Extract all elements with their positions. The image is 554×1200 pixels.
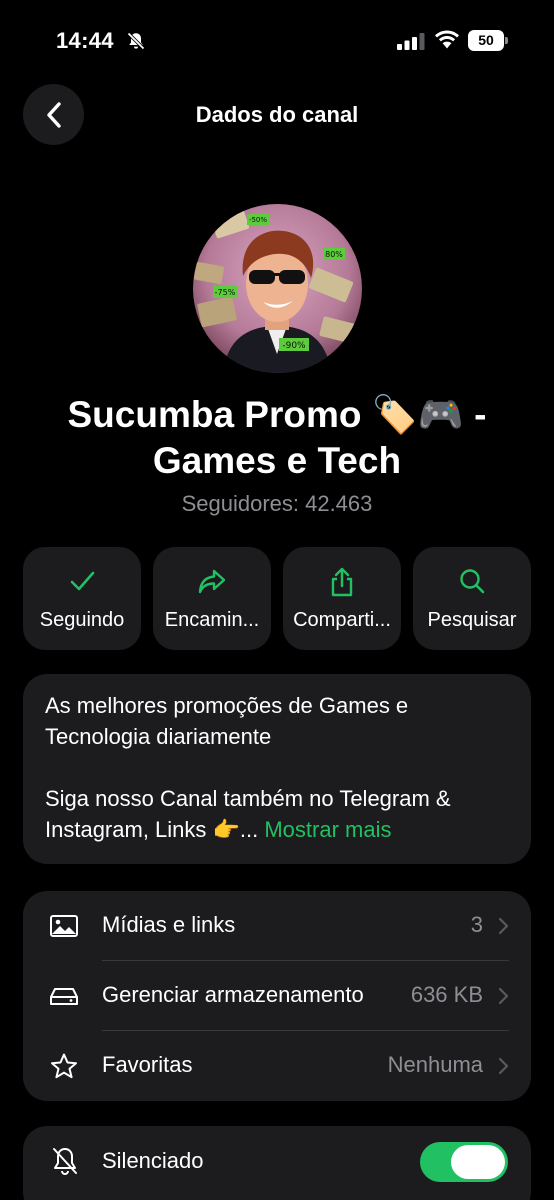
battery-level: 50 [468, 30, 504, 51]
description-line: Siga nosso Canal também no Telegram & [45, 786, 451, 811]
channel-settings-list: Mídias e links 3 Gerenciar armazenamento… [23, 891, 531, 1101]
chevron-right-icon [498, 987, 509, 1005]
avatar-image: 80% -75% -90% -50% [193, 204, 362, 373]
chevron-right-icon [498, 1057, 509, 1075]
list-item-title: Mídias e links [102, 912, 236, 937]
status-bar: 14:44 50 [0, 0, 554, 82]
avatar-tag-text: 80% [325, 250, 343, 259]
share-button[interactable]: Comparti... [283, 547, 401, 650]
list-item-value: Nenhuma [387, 1052, 483, 1077]
forward-label: Encamin... [164, 609, 260, 631]
status-time: 14:44 [56, 28, 114, 53]
check-icon [70, 571, 95, 591]
chevron-right-icon [498, 917, 509, 935]
wifi-icon [435, 30, 459, 49]
following-label: Seguindo [39, 609, 125, 631]
storage-icon [50, 988, 78, 1005]
description-line: Tecnologia diariamente [45, 724, 272, 749]
share-label: Comparti... [293, 609, 391, 631]
search-label: Pesquisar [427, 609, 517, 631]
channel-avatar[interactable]: 80% -75% -90% -50% [193, 204, 362, 373]
mute-toggle[interactable] [420, 1142, 508, 1182]
channel-name-line1: Sucumba Promo 🏷️🎮 - [67, 394, 487, 435]
list-item-media-links[interactable]: Mídias e links 3 [23, 891, 531, 961]
followers-count: Seguidores: 42.463 [181, 491, 373, 516]
list-item-manage-storage[interactable]: Gerenciar armazenamento 636 KB [23, 961, 531, 1031]
avatar-tag-text: -75% [215, 288, 236, 297]
page-title: Dados do canal [195, 102, 359, 127]
bell-off-icon [53, 1148, 77, 1175]
description-line: As melhores promoções de Games e [45, 693, 409, 718]
list-item-value: 636 KB [410, 982, 483, 1007]
share-icon [331, 567, 353, 597]
list-item-value: 3 [470, 912, 483, 937]
star-icon [51, 1053, 77, 1079]
avatar-tag-text: -50% [249, 216, 267, 224]
battery-indicator: 50 [468, 30, 508, 51]
list-item-favorites[interactable]: Favoritas Nenhuma [23, 1031, 531, 1101]
action-buttons: Seguindo Encamin... Comparti... Pesquisa… [23, 547, 531, 650]
channel-name: Sucumba Promo 🏷️🎮 - Games e Tech [20, 392, 534, 484]
image-icon [50, 915, 78, 937]
mute-label: Silenciado [102, 1148, 204, 1173]
signal-icon [397, 33, 425, 50]
description-text: Instagram, Links 👉... [45, 817, 265, 842]
list-item-title: Favoritas [102, 1052, 193, 1077]
forward-icon [198, 569, 226, 594]
bell-off-icon [127, 32, 145, 50]
show-more-link[interactable]: Mostrar mais [264, 817, 391, 842]
description-line-last: Instagram, Links 👉... Mostrar mais [45, 814, 509, 845]
forward-button[interactable]: Encamin... [153, 547, 271, 650]
following-button[interactable]: Seguindo [23, 547, 141, 650]
avatar-tag-text: -90% [282, 341, 306, 351]
channel-name-line2: Games e Tech [152, 440, 402, 481]
list-item-title: Gerenciar armazenamento [102, 982, 364, 1007]
mute-row: Silenciado [23, 1126, 531, 1200]
search-button[interactable]: Pesquisar [413, 547, 531, 650]
channel-description: As melhores promoções de Games e Tecnolo… [23, 674, 531, 864]
toggle-knob [451, 1145, 505, 1179]
battery-nub [505, 37, 508, 44]
search-icon [460, 569, 485, 594]
